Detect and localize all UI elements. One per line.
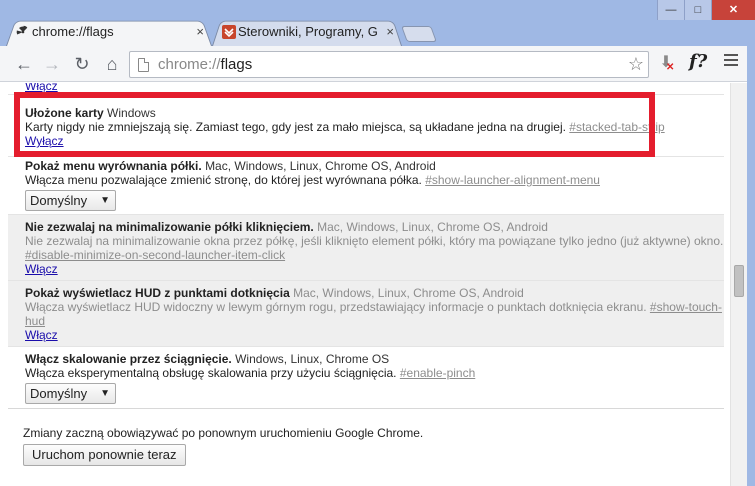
download-extension-icon[interactable]: ⬇ ✕ — [656, 52, 676, 74]
url-scheme: chrome:// — [158, 56, 221, 73]
chevron-down-icon: ▼ — [100, 388, 110, 399]
maximize-button[interactable]: □ — [684, 0, 711, 20]
flag-name: Nie zezwalaj na minimalizowanie półki kl… — [25, 220, 314, 234]
restart-button[interactable]: Uruchom ponownie teraz — [23, 444, 186, 466]
flag-description: Włącza menu pozwalające zmienić stronę, … — [25, 173, 422, 187]
flag-enable-link[interactable]: Włącz — [25, 262, 58, 276]
menu-icon[interactable] — [724, 54, 738, 69]
flag-item-disable-minimize: Nie zezwalaj na minimalizowanie półki kl… — [8, 215, 724, 281]
flag-item-pinch: Włącz skalowanie przez ściągnięcie. Wind… — [8, 347, 724, 407]
function-extension-icon[interactable]: f? — [689, 51, 707, 72]
radiation-icon — [16, 25, 29, 38]
forward-button[interactable]: → — [40, 52, 64, 76]
flag-platforms: Mac, Windows, Linux, Chrome OS, Android — [205, 159, 436, 173]
flag-description: Karty nigdy nie zmniejszają się. Zamiast… — [25, 120, 566, 134]
flag-platforms: Mac, Windows, Linux, Chrome OS, Android — [293, 286, 524, 300]
tab-title: Sterowniki, Programy, Gry — [238, 24, 378, 39]
restart-panel: Zmiany zaczną obowiązywać po ponownym ur… — [8, 408, 724, 486]
toolbar: ← → ↻ ⌂ chrome://flags ☆ — [0, 46, 755, 82]
flag-select[interactable]: Domyślny ▼ — [25, 383, 116, 404]
flag-disable-link[interactable]: Wyłącz — [25, 134, 64, 148]
flag-enable-link[interactable]: Włącz — [25, 328, 58, 342]
minimize-button[interactable]: — — [657, 0, 684, 20]
window-frame — [747, 46, 755, 486]
flag-name: Włącz skalowanie przez ściągnięcie. — [25, 352, 232, 366]
back-button[interactable]: ← — [12, 52, 36, 76]
window-controls: — □ ✕ — [657, 0, 755, 20]
flag-enable-link[interactable]: Włącz — [25, 83, 58, 93]
page-icon — [138, 58, 149, 72]
flag-item-launcher-alignment: Pokaż menu wyrównania półki. Mac, Window… — [8, 157, 724, 215]
site-favicon-icon — [222, 25, 236, 39]
flag-platforms: Windows — [107, 106, 156, 120]
flag-anchor-link[interactable]: #enable-pinch — [400, 366, 475, 380]
flag-anchor-link[interactable]: #show-launcher-alignment-menu — [425, 173, 600, 187]
flag-anchor-link[interactable]: #show-touch- — [650, 300, 722, 314]
tab-sterowniki[interactable]: Sterowniki, Programy, Gry × — [212, 18, 402, 46]
tab-close-icon[interactable]: × — [196, 18, 204, 46]
scrollbar-thumb[interactable] — [734, 265, 744, 297]
flag-item: Włącz — [8, 83, 724, 95]
flag-anchor-link[interactable]: #stacked-tab-strip — [569, 120, 664, 134]
flag-description: Włącza wyświetlacz HUD widoczny w lewym … — [25, 300, 647, 314]
flag-name: Pokaż wyświetlacz HUD z punktami dotknię… — [25, 286, 290, 300]
flag-description: Włącza eksperymentalną obsługę skalowani… — [25, 366, 397, 380]
restart-message: Zmiany zaczną obowiązywać po ponownym ur… — [23, 426, 424, 440]
reload-button[interactable]: ↻ — [70, 52, 94, 76]
url-text[interactable]: chrome://flags — [158, 56, 252, 73]
flag-anchor-link[interactable]: #disable-minimize-on-second-launcher-ite… — [25, 248, 285, 262]
chevron-down-icon: ▼ — [100, 195, 110, 206]
tab-chrome-flags[interactable]: chrome://flags × — [6, 18, 212, 46]
flag-name: Ułożone karty — [25, 106, 104, 120]
flag-item-touch-hud: Pokaż wyświetlacz HUD z punktami dotknię… — [8, 281, 724, 347]
flag-select[interactable]: Domyślny ▼ — [25, 190, 116, 211]
tab-close-icon[interactable]: × — [386, 18, 394, 46]
flag-platforms: Mac, Windows, Linux, Chrome OS, Android — [317, 220, 548, 234]
address-bar[interactable]: chrome://flags ☆ — [129, 51, 649, 78]
tab-strip: chrome://flags × Sterowniki, Programy, G… — [0, 0, 755, 46]
flag-name: Pokaż menu wyrównania półki. — [25, 159, 202, 173]
scrollbar[interactable] — [730, 83, 747, 486]
new-tab-button[interactable] — [401, 26, 437, 42]
tab-title: chrome://flags — [32, 24, 114, 39]
home-button[interactable]: ⌂ — [100, 52, 124, 76]
flag-platforms: Windows, Linux, Chrome OS — [235, 352, 390, 366]
select-value: Domyślny — [30, 193, 88, 208]
flag-description: Nie zezwalaj na minimalizowanie okna prz… — [25, 234, 724, 248]
select-value: Domyślny — [30, 386, 88, 401]
close-window-button[interactable]: ✕ — [711, 0, 755, 20]
flag-anchor-link-cont[interactable]: hud — [25, 314, 45, 328]
bookmark-star-icon[interactable]: ☆ — [628, 54, 644, 75]
flag-item-stacked-tabs: Ułożone karty Windows Karty nigdy nie zm… — [8, 99, 724, 157]
url-path: flags — [220, 56, 253, 73]
